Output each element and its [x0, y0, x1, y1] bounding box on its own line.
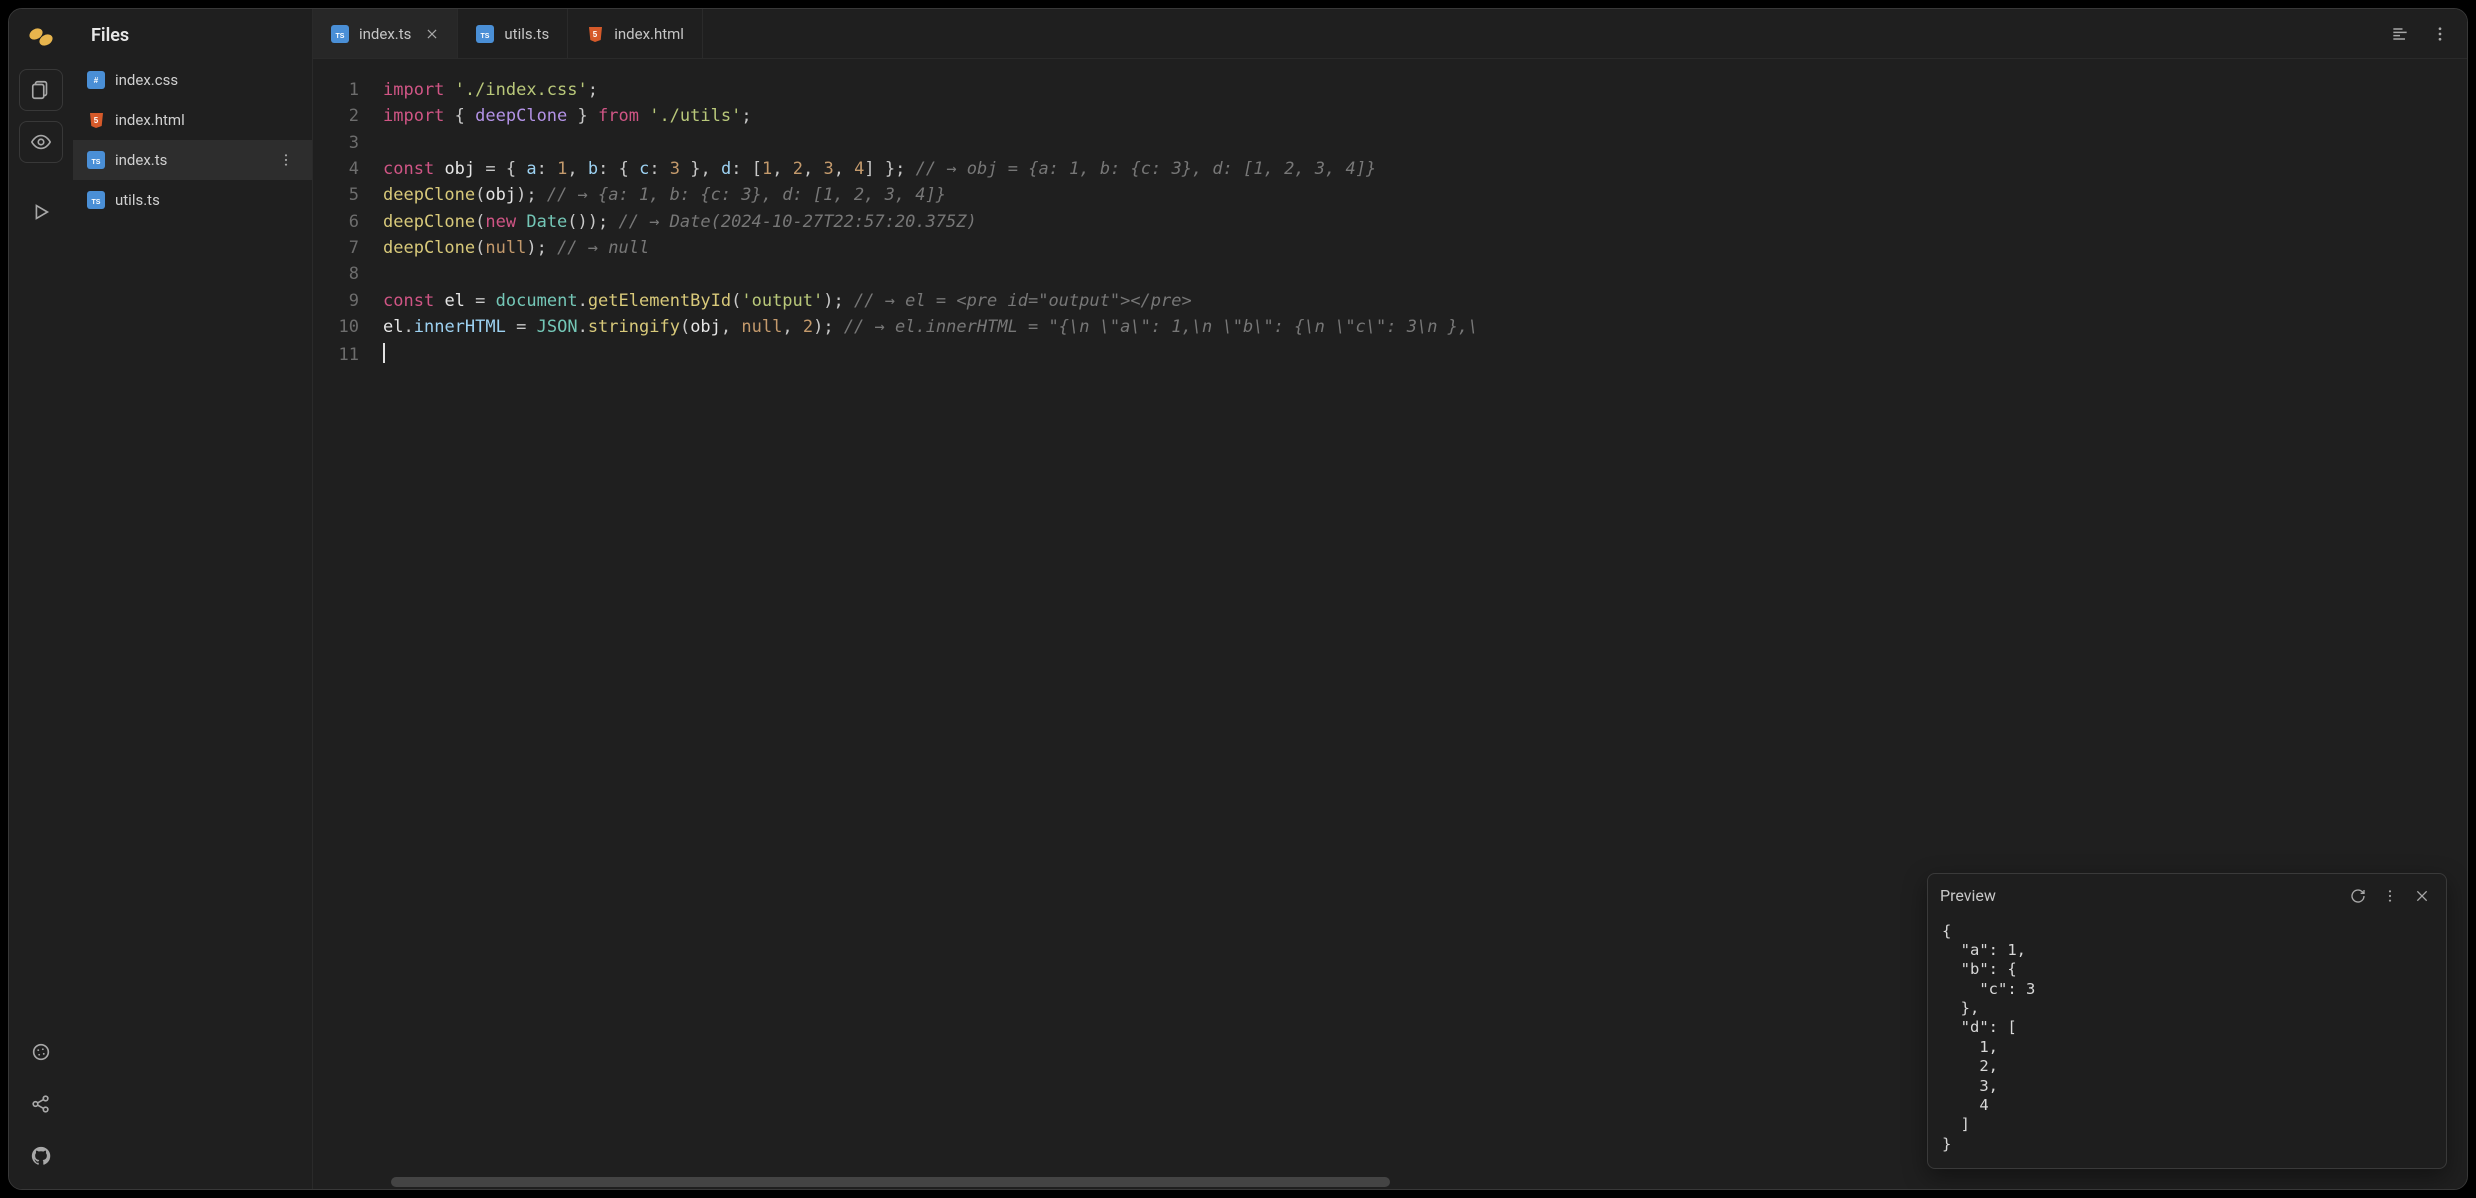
file-list: # index.css 5 index.html TS index.ts TS utils.t…	[73, 60, 312, 220]
editor-tab[interactable]: TS index.ts	[313, 9, 458, 58]
line-number: 1	[313, 77, 383, 103]
sidebar-title: Files	[73, 9, 312, 60]
run-button[interactable]	[19, 191, 63, 233]
file-item[interactable]: # index.css	[73, 60, 312, 100]
share-button[interactable]	[19, 1083, 63, 1125]
line-number: 7	[313, 235, 383, 261]
prettier-button[interactable]	[2385, 19, 2415, 49]
code-line[interactable]: 4const obj = { a: 1, b: { c: 3 }, d: [1,…	[313, 156, 2467, 182]
line-number: 5	[313, 182, 383, 208]
line-number: 9	[313, 288, 383, 314]
app-logo	[25, 21, 57, 53]
code-line[interactable]: 10el.innerHTML = JSON.stringify(obj, nul…	[313, 314, 2467, 340]
line-content: deepClone(new Date()); // → Date(2024-10…	[383, 209, 1017, 235]
code-line[interactable]: 9const el = document.getElementById('out…	[313, 288, 2467, 314]
scrollbar-thumb[interactable]	[391, 1177, 1390, 1187]
html-file-icon: 5	[87, 111, 105, 129]
theme-button[interactable]	[19, 1031, 63, 1073]
file-label: index.css	[115, 71, 298, 89]
ts-file-icon: TS	[476, 25, 494, 43]
code-line[interactable]: 3	[313, 130, 2467, 156]
file-label: index.html	[115, 111, 298, 129]
svg-text:TS: TS	[336, 33, 345, 40]
svg-text:TS: TS	[92, 199, 101, 206]
preview-panel: Preview { "a": 1, "b": { "c": 3 }, "d": …	[1927, 873, 2447, 1170]
line-content: deepClone(null); // → null	[383, 235, 689, 261]
line-content: el.innerHTML = JSON.stringify(obj, null,…	[383, 314, 1518, 340]
tab-label: utils.ts	[504, 25, 549, 43]
tab-label: index.ts	[359, 25, 411, 43]
line-content: import './index.css';	[383, 77, 638, 103]
text-cursor	[383, 343, 385, 363]
activity-bar	[9, 9, 73, 1189]
line-number: 2	[313, 103, 383, 129]
code-line[interactable]: 11	[313, 340, 2467, 368]
line-number: 10	[313, 314, 383, 340]
line-content: const obj = { a: 1, b: { c: 3 }, d: [1, …	[383, 156, 1416, 182]
line-content: import { deepClone } from './utils';	[383, 103, 792, 129]
line-content	[383, 340, 425, 368]
line-number: 8	[313, 261, 383, 287]
line-content	[383, 130, 433, 156]
preview-refresh-button[interactable]	[2346, 884, 2370, 908]
file-item[interactable]: TS index.ts	[73, 140, 312, 180]
editor-horizontal-scrollbar[interactable]	[391, 1177, 2207, 1187]
code-line[interactable]: 5deepClone(obj); // → {a: 1, b: {c: 3}, …	[313, 182, 2467, 208]
editor-tab[interactable]: 5 index.html	[568, 9, 703, 58]
file-item[interactable]: 5 index.html	[73, 100, 312, 140]
file-more-button[interactable]	[274, 148, 298, 172]
line-number: 3	[313, 130, 383, 156]
code-line[interactable]: 6deepClone(new Date()); // → Date(2024-1…	[313, 209, 2467, 235]
tab-actions	[2373, 9, 2467, 58]
tab-bar: TS index.ts TS utils.ts 5 index.html	[313, 9, 2467, 59]
ts-file-icon: TS	[87, 191, 105, 209]
app-frame: Files # index.css 5 index.html TS index.ts TS u…	[8, 8, 2468, 1190]
preview-content: { "a": 1, "b": { "c": 3 }, "d": [ 1, 2, …	[1928, 918, 2446, 1169]
css-file-icon: #	[87, 71, 105, 89]
svg-text:5: 5	[593, 30, 598, 39]
ts-file-icon: TS	[87, 151, 105, 169]
preview-close-button[interactable]	[2410, 884, 2434, 908]
editor-wrap: 1import './index.css';2import { deepClon…	[313, 59, 2467, 1189]
preview-title: Preview	[1940, 886, 2338, 905]
line-number: 6	[313, 209, 383, 235]
preview-view-button[interactable]	[19, 121, 63, 163]
preview-header: Preview	[1928, 874, 2446, 918]
file-item[interactable]: TS utils.ts	[73, 180, 312, 220]
tab-label: index.html	[614, 25, 684, 43]
code-line[interactable]: 1import './index.css';	[313, 77, 2467, 103]
line-number: 11	[313, 342, 383, 368]
line-number: 4	[313, 156, 383, 182]
file-label: utils.ts	[115, 191, 298, 209]
line-content	[383, 261, 433, 287]
line-content: deepClone(obj); // → {a: 1, b: {c: 3}, d…	[383, 182, 986, 208]
svg-text:TS: TS	[481, 33, 490, 40]
github-button[interactable]	[19, 1135, 63, 1177]
editor-pane: TS index.ts TS utils.ts 5 index.html 1import …	[313, 9, 2467, 1189]
code-line[interactable]: 2import { deepClone } from './utils';	[313, 103, 2467, 129]
ts-file-icon: TS	[331, 25, 349, 43]
files-view-button[interactable]	[19, 69, 63, 111]
tab-more-button[interactable]	[2425, 19, 2455, 49]
editor-tab[interactable]: TS utils.ts	[458, 9, 568, 58]
svg-text:#: #	[94, 76, 99, 85]
svg-text:TS: TS	[92, 159, 101, 166]
html-file-icon: 5	[586, 25, 604, 43]
code-line[interactable]: 7deepClone(null); // → null	[313, 235, 2467, 261]
code-line[interactable]: 8	[313, 261, 2467, 287]
tab-close-button[interactable]	[425, 27, 439, 41]
svg-text:5: 5	[94, 116, 99, 125]
preview-more-button[interactable]	[2378, 884, 2402, 908]
file-label: index.ts	[115, 151, 264, 169]
line-content: const el = document.getElementById('outp…	[383, 288, 1232, 314]
file-explorer: Files # index.css 5 index.html TS index.ts TS u…	[73, 9, 313, 1189]
